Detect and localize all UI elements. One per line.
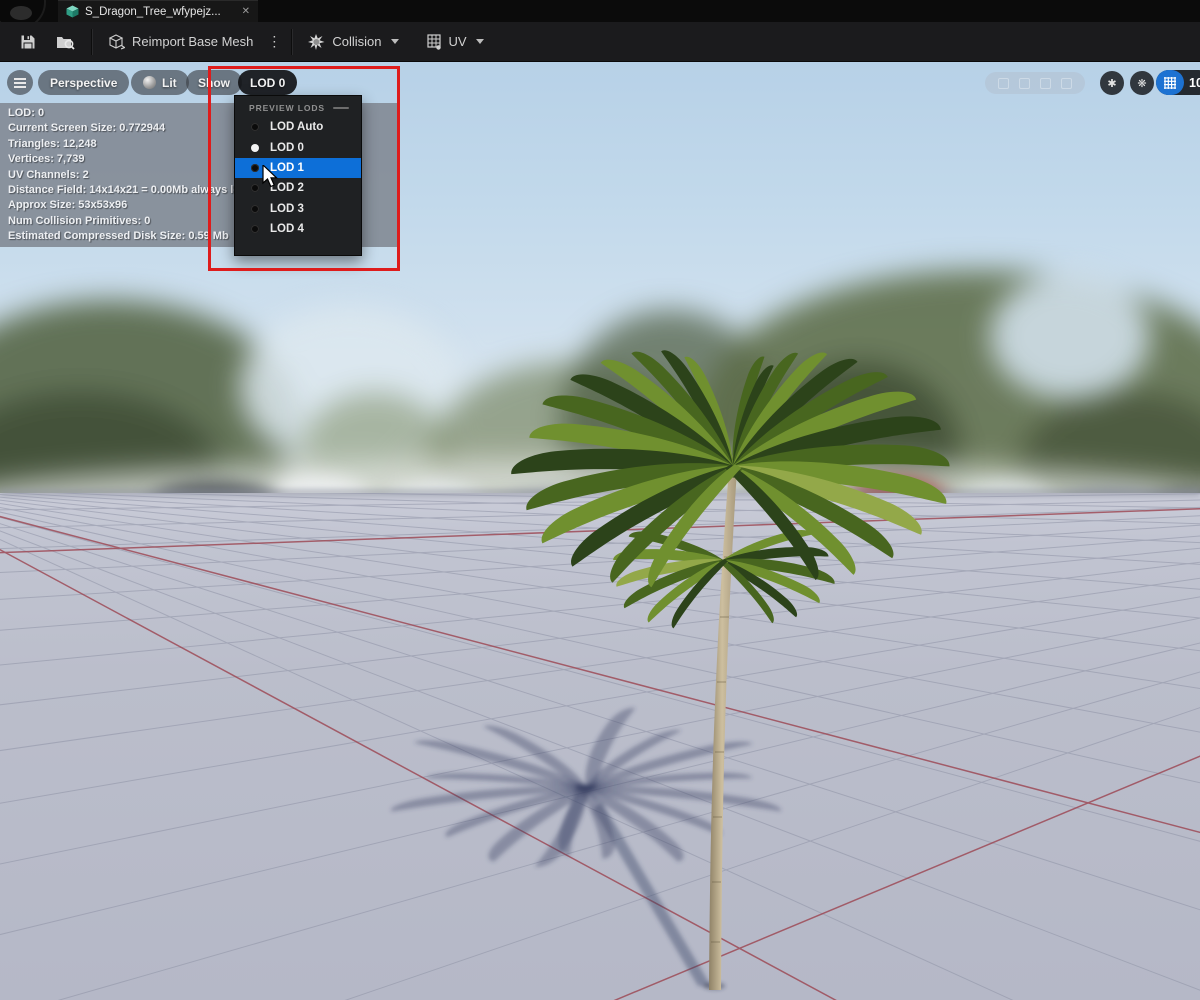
chevron-down-icon — [391, 39, 399, 44]
collision-burst-icon — [308, 34, 325, 50]
lit-mode-button[interactable]: Lit — [131, 70, 189, 95]
close-icon[interactable]: ✕ — [242, 6, 250, 17]
tab-bar: S_Dragon_Tree_wfypejz... ✕ — [0, 0, 1200, 22]
grid-icon — [1164, 77, 1176, 89]
reimport-base-mesh-button[interactable]: Reimport Base Mesh — [98, 22, 263, 62]
static-mesh-editor-window: S_Dragon_Tree_wfypejz... ✕ — [0, 0, 1200, 1000]
mouse-cursor — [262, 165, 284, 191]
main-toolbar: Reimport Base Mesh ⋮ Collision UV — [0, 22, 1200, 62]
camera-speed-value: 10 — [1189, 76, 1200, 90]
static-mesh-icon — [66, 5, 79, 18]
particles-icon: ❋ — [1137, 77, 1146, 90]
chevron-down-icon — [476, 39, 484, 44]
transform-tools-group-disabled — [985, 72, 1085, 94]
camera-speed-control[interactable]: 10 — [1156, 70, 1200, 95]
lit-label: Lit — [162, 76, 177, 90]
uv-dropdown-button[interactable]: UV — [417, 22, 494, 62]
viewport-menu-button[interactable] — [7, 70, 33, 95]
asset-tab[interactable]: S_Dragon_Tree_wfypejz... ✕ — [58, 0, 258, 22]
annotation-highlight-rectangle — [208, 66, 400, 271]
uv-grid-icon — [427, 34, 442, 50]
screenshot-icon: ✱ — [1107, 77, 1116, 90]
move-tool-icon[interactable] — [1019, 78, 1030, 89]
browse-folder-icon — [56, 34, 75, 50]
collision-dropdown-button[interactable]: Collision — [298, 22, 408, 62]
screenshot-button[interactable]: ✱ — [1100, 71, 1124, 95]
hamburger-icon — [14, 82, 26, 84]
select-tool-icon[interactable] — [998, 78, 1009, 89]
reimport-options-kebab-icon[interactable]: ⋮ — [263, 33, 285, 50]
tree-trunk — [709, 454, 738, 990]
toolbar-separator — [291, 29, 292, 55]
scale-tool-icon[interactable] — [1061, 78, 1072, 89]
reimport-mesh-icon — [108, 34, 125, 50]
lit-bulb-icon — [143, 76, 156, 89]
rotate-tool-icon[interactable] — [1040, 78, 1051, 89]
tab-title: S_Dragon_Tree_wfypejz... — [85, 6, 221, 18]
preview-scene-button[interactable]: ❋ — [1130, 71, 1154, 95]
perspective-label: Perspective — [50, 76, 117, 90]
uv-label: UV — [449, 34, 467, 49]
save-button[interactable] — [10, 22, 46, 62]
toolbar-separator — [91, 29, 92, 55]
browse-to-asset-button[interactable] — [46, 22, 85, 62]
grid-snap-toggle[interactable] — [1156, 70, 1184, 95]
reimport-base-mesh-label: Reimport Base Mesh — [132, 34, 253, 49]
save-icon — [20, 34, 36, 50]
perspective-button[interactable]: Perspective — [38, 70, 129, 95]
collision-label: Collision — [332, 34, 381, 49]
